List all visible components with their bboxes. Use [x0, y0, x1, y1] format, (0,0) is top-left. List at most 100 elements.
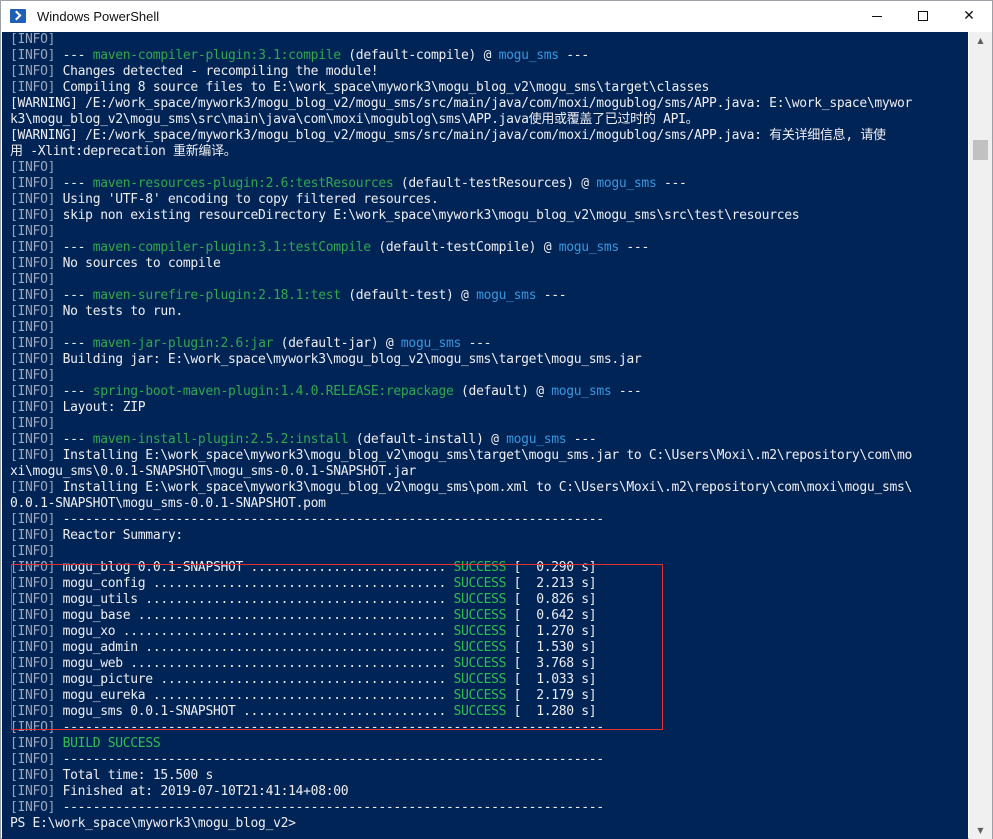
terminal-text-info: [INFO] — [10, 736, 56, 751]
terminal-line: [INFO] Total time: 15.500 s — [10, 768, 968, 784]
terminal-text-info: [INFO] — [10, 32, 56, 47]
terminal-line: [INFO] --- maven-compiler-plugin:3.1:com… — [10, 48, 968, 64]
terminal-line: [INFO] --- spring-boot-maven-plugin:1.4.… — [10, 384, 968, 400]
terminal-text-info: [INFO] — [10, 224, 56, 239]
terminal-line: xi\mogu_sms\0.0.1-SNAPSHOT\mogu_sms-0.0.… — [10, 464, 968, 480]
terminal-text-text: (default-jar) @ — [273, 336, 401, 351]
terminal-text-info: [INFO] — [10, 448, 56, 463]
terminal-text-success: BUILD SUCCESS — [62, 736, 161, 751]
terminal-line: [INFO] ---------------------------------… — [10, 512, 968, 528]
terminal-text-project: mogu_sms — [476, 288, 537, 303]
terminal-text-text: Finished at: 2019-07-10T21:41:14+08:00 — [55, 784, 349, 799]
terminal-line: [INFO] — [10, 544, 968, 560]
terminal-line: [INFO] Installing E:\work_space\mywork3\… — [10, 480, 968, 496]
terminal-line: [INFO] Installing E:\work_space\mywork3\… — [10, 448, 968, 464]
scrollbar-thumb[interactable] — [973, 140, 988, 160]
terminal-line: 用 -Xlint:deprecation 重新编译。 — [10, 144, 968, 160]
vertical-scrollbar[interactable]: ▲ ▼ — [969, 32, 992, 839]
terminal-text-info: [INFO] — [10, 512, 56, 527]
terminal-line: k3\mogu_blog_v2\mogu_sms\src\main\java\c… — [10, 112, 968, 128]
terminal-line: [INFO] --- maven-resources-plugin:2.6:te… — [10, 176, 968, 192]
terminal-line: [INFO] ---------------------------------… — [10, 752, 968, 768]
terminal-line: [INFO] Changes detected - recompiling th… — [10, 64, 968, 80]
terminal-text-info: [INFO] — [10, 560, 56, 575]
terminal-text-info: [INFO] — [10, 176, 56, 191]
terminal-text-info: [INFO] — [10, 256, 56, 271]
terminal-text-success: SUCCESS — [453, 640, 507, 655]
terminal-line: [INFO] mogu_eureka .....................… — [10, 688, 968, 704]
terminal-text-success: SUCCESS — [453, 560, 507, 575]
terminal-text-text: mogu_utils .............................… — [55, 592, 454, 607]
minimize-button[interactable] — [854, 1, 900, 31]
terminal-line: [INFO] Layout: ZIP — [10, 400, 968, 416]
terminal-line: [INFO] mogu_picture ....................… — [10, 672, 968, 688]
title-bar[interactable]: Windows PowerShell ✕ — [1, 1, 992, 31]
scroll-down-icon[interactable]: ▼ — [969, 822, 992, 839]
terminal-line: PS E:\work_space\mywork3\mogu_blog_v2> — [10, 816, 968, 832]
terminal-text-text: mogu_base ..............................… — [55, 608, 454, 623]
terminal-text-text: Reactor Summary: — [55, 528, 184, 543]
terminal-text-info: [INFO] — [10, 416, 56, 431]
terminal-text-text: --- — [55, 288, 93, 303]
terminal-text-info: [INFO] — [10, 768, 56, 783]
close-button[interactable]: ✕ — [946, 1, 992, 31]
terminal-text-plugin: spring-boot-maven-plugin:1.4.0.RELEASE:r… — [92, 384, 454, 399]
terminal-text-text: PS E:\work_space\mywork3\mogu_blog_v2> — [10, 816, 296, 831]
terminal-text-text: Using 'UTF-8' encoding to copy filtered … — [55, 192, 439, 207]
terminal-line: [INFO] skip non existing resourceDirecto… — [10, 208, 968, 224]
terminal-text-text: ----------------------------------------… — [55, 512, 605, 527]
terminal-text-text: [ 1.033 s] — [506, 672, 597, 687]
terminal-text-text: (default-install) @ — [348, 432, 507, 447]
terminal-text-text: Building jar: E:\work_space\mywork3\mogu… — [55, 352, 642, 367]
terminal-text-info: [INFO] — [10, 48, 56, 63]
terminal-output[interactable]: [INFO] [INFO] --- maven-compiler-plugin:3… — [2, 32, 968, 839]
terminal-text-info: [INFO] — [10, 640, 56, 655]
window-title: Windows PowerShell — [37, 8, 160, 24]
terminal-line: [INFO] — [10, 224, 968, 240]
terminal-text-info: [INFO] — [10, 160, 56, 175]
terminal-text-text: No sources to compile — [55, 256, 221, 271]
terminal-text-plugin: maven-resources-plugin:2.6:testResources — [92, 176, 394, 191]
terminal-text-warn: k3\mogu_blog_v2\mogu_sms\src\main\java\c… — [10, 112, 699, 127]
terminal-text-text: Installing E:\work_space\mywork3\mogu_bl… — [55, 480, 913, 495]
terminal-line: [INFO] --- maven-install-plugin:2.5.2:in… — [10, 432, 968, 448]
terminal-line: [INFO] No tests to run. — [10, 304, 968, 320]
terminal-text-text: --- — [558, 48, 589, 63]
terminal-text-plugin: maven-compiler-plugin:3.1:testCompile — [92, 240, 371, 255]
terminal-text-info: [INFO] — [10, 240, 56, 255]
terminal-text-text: --- — [611, 384, 642, 399]
terminal-text-info: [INFO] — [10, 368, 56, 383]
scroll-up-icon[interactable]: ▲ — [969, 32, 992, 49]
terminal-line: [WARNING] /E:/work_space/mywork3/mogu_bl… — [10, 96, 968, 112]
terminal-text-text: --- — [55, 336, 93, 351]
terminal-line: [INFO] Building jar: E:\work_space\mywor… — [10, 352, 968, 368]
terminal-line: [INFO] BUILD SUCCESS — [10, 736, 968, 752]
terminal-line: [INFO] — [10, 32, 968, 48]
terminal-text-text: (default) @ — [453, 384, 552, 399]
terminal-text-info: [INFO] — [10, 352, 56, 367]
terminal-text-text: ----------------------------------------… — [55, 752, 605, 767]
terminal-text-text: --- — [55, 48, 93, 63]
terminal-text-info: [INFO] — [10, 400, 56, 415]
terminal-text-info: [INFO] — [10, 208, 56, 223]
terminal-text-info: [INFO] — [10, 576, 56, 591]
maximize-button[interactable] — [900, 1, 946, 31]
terminal-line: [INFO] mogu_admin ......................… — [10, 640, 968, 656]
terminal-text-warn: [WARNING] /E:/work_space/mywork3/mogu_bl… — [10, 96, 912, 111]
terminal-text-info: [INFO] — [10, 784, 56, 799]
terminal-text-success: SUCCESS — [453, 704, 507, 719]
terminal-text-text: mogu_sms 0.0.1-SNAPSHOT ................… — [55, 704, 454, 719]
terminal-line: [INFO] Using 'UTF-8' encoding to copy fi… — [10, 192, 968, 208]
terminal-text-info: [INFO] — [10, 688, 56, 703]
close-icon: ✕ — [963, 8, 975, 24]
terminal-line: [INFO] ---------------------------------… — [10, 800, 968, 816]
maximize-icon — [918, 11, 928, 21]
terminal-text-text: (default-testCompile) @ — [370, 240, 559, 255]
terminal-text-info: [INFO] — [10, 304, 56, 319]
terminal-line: [INFO] mogu_config .....................… — [10, 576, 968, 592]
terminal-text-text: Compiling 8 source files to E:\work_spac… — [55, 80, 710, 95]
terminal-text-plugin: maven-jar-plugin:2.6:jar — [92, 336, 274, 351]
terminal-text-info: [INFO] — [10, 672, 56, 687]
terminal-text-warn: [WARNING] /E:/work_space/mywork3/mogu_bl… — [10, 128, 886, 143]
terminal-line: [INFO] mogu_base .......................… — [10, 608, 968, 624]
